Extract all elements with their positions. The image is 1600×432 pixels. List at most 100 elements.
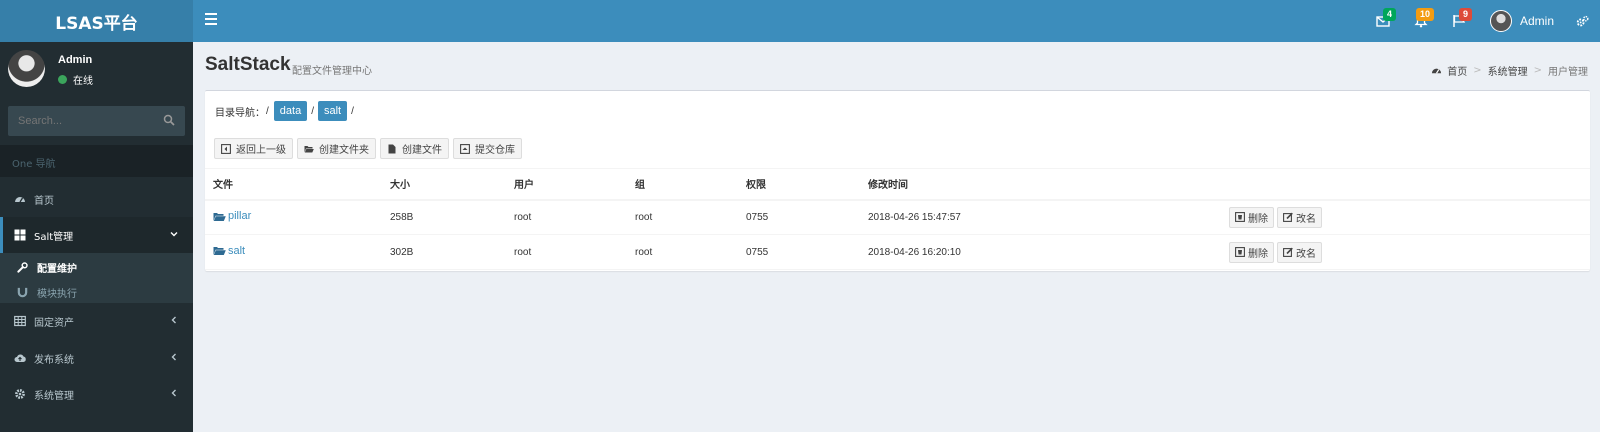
user-panel: Admin 在线 — [0, 42, 193, 97]
path-segment-salt[interactable]: salt — [317, 101, 348, 121]
edit-icon — [1283, 212, 1293, 223]
grid-icon — [14, 229, 26, 241]
delete-button[interactable]: 删除 — [1229, 241, 1274, 263]
column-header-file: 文件 — [205, 168, 382, 201]
folder-open-icon — [304, 145, 314, 152]
commit-repo-label: 提交仓库 — [475, 145, 515, 156]
chevron-down-icon — [170, 232, 178, 237]
sidebar-item-system[interactable]: 系统管理 — [0, 376, 193, 412]
sidebar-header: One 导航 — [0, 145, 193, 177]
salt-submenu: 配置维护 模块执行 — [0, 253, 193, 303]
folder-link[interactable]: salt — [213, 245, 245, 257]
cell-perm: 0755 — [738, 234, 860, 270]
column-header-group: 组 — [627, 168, 738, 201]
sidebar-item-label: 发布系统 — [34, 354, 74, 366]
upload-square-icon — [460, 143, 470, 154]
delete-label: 删除 — [1248, 213, 1268, 225]
cell-actions: 删除 改名 — [1221, 234, 1590, 270]
gear-icon — [15, 389, 25, 399]
delete-button[interactable]: 删除 — [1229, 206, 1274, 228]
messages-badge: 4 — [1382, 8, 1396, 21]
commit-repo-button[interactable]: 提交仓库 — [453, 138, 522, 159]
online-dot-icon — [58, 75, 67, 84]
breadcrumb-item-system[interactable]: 系统管理 — [1488, 63, 1528, 78]
breadcrumb-item-users: 用户管理 — [1548, 67, 1588, 78]
sidebar-search — [8, 106, 185, 136]
path-separator: / — [266, 105, 269, 117]
sidebar-item-label: 固定资产 — [34, 317, 74, 329]
page-subtitle: 配置文件管理中心 — [292, 66, 372, 77]
tasks-badge: 9 — [1458, 8, 1472, 21]
sidebar-item-home[interactable]: 首页 — [0, 181, 193, 217]
folder-link[interactable]: pillar — [213, 210, 251, 222]
arrow-left-square-icon — [221, 143, 231, 154]
top-navbar: 4 10 9 Admin — [193, 0, 1600, 42]
search-icon[interactable] — [163, 114, 175, 126]
cell-size: 302B — [382, 234, 506, 270]
create-folder-button[interactable]: 创建文件夹 — [297, 138, 376, 159]
column-header-perm: 权限 — [738, 168, 860, 201]
submenu-item-config[interactable]: 配置维护 — [17, 260, 77, 275]
app-logo[interactable]: LSAS平台 — [0, 0, 193, 42]
dashboard-icon — [15, 197, 25, 203]
trash-icon — [1235, 212, 1245, 223]
cloud-upload-icon — [14, 354, 26, 362]
rename-button[interactable]: 改名 — [1277, 206, 1322, 228]
avatar — [1489, 10, 1512, 32]
folder-open-icon — [213, 247, 226, 256]
trash-icon — [1235, 247, 1245, 257]
cell-user: root — [506, 199, 627, 235]
cell-mtime: 2018-04-26 15:47:57 — [860, 199, 1221, 235]
table-row: pillar 258B root root 0755 2018-04-26 15… — [205, 199, 1590, 235]
cell-actions: 删除 改名 — [1221, 199, 1590, 235]
sidebar-item-label: Salt管理 — [34, 231, 74, 243]
submenu-item-label: 模块执行 — [37, 289, 77, 300]
delete-label: 删除 — [1248, 248, 1268, 260]
page-title: SaltStack — [205, 54, 291, 75]
user-panel-name: Admin — [58, 54, 93, 66]
table-icon — [14, 315, 26, 327]
notifications-badge: 10 — [1415, 8, 1434, 21]
breadcrumb-item-home[interactable]: 首页 — [1447, 63, 1467, 78]
path-segment-data[interactable]: data — [273, 101, 308, 121]
column-header-size: 大小 — [382, 168, 506, 201]
create-folder-label: 创建文件夹 — [319, 145, 369, 156]
search-input[interactable] — [8, 106, 158, 136]
wrench-icon — [17, 262, 28, 273]
create-file-button[interactable]: 创建文件 — [380, 138, 449, 159]
tasks-menu[interactable]: 9 — [1440, 0, 1478, 42]
cell-group: root — [627, 234, 738, 270]
path-separator: / — [351, 105, 354, 117]
notifications-menu[interactable]: 10 — [1402, 0, 1440, 42]
go-up-button[interactable]: 返回上一级 — [214, 138, 293, 159]
user-status-label: 在线 — [73, 76, 93, 87]
file-table: 文件 大小 用户 组 权限 修改时间 pillar 258B root root… — [205, 168, 1590, 270]
breadcrumb-separator: > — [1533, 65, 1542, 76]
rename-button[interactable]: 改名 — [1277, 241, 1322, 263]
cell-perm: 0755 — [738, 199, 860, 235]
submenu-item-label: 配置维护 — [37, 264, 77, 275]
cell-mtime: 2018-04-26 16:20:10 — [860, 234, 1221, 270]
sidebar-item-assets[interactable]: 固定资产 — [0, 303, 193, 339]
table-header-row: 文件 大小 用户 组 权限 修改时间 — [205, 168, 1590, 201]
user-status: 在线 — [58, 72, 93, 87]
cell-size: 258B — [382, 199, 506, 235]
directory-nav-label: 目录导航： — [215, 107, 265, 119]
messages-menu[interactable]: 4 — [1364, 0, 1402, 42]
cell-file: pillar — [205, 199, 382, 235]
breadcrumb-separator: > — [1473, 65, 1482, 76]
user-menu[interactable]: Admin — [1478, 0, 1564, 42]
sidebar-item-salt[interactable]: Salt管理 — [0, 217, 193, 253]
folder-open-icon — [213, 212, 226, 221]
create-file-label: 创建文件 — [402, 145, 442, 156]
submenu-item-module[interactable]: 模块执行 — [17, 285, 77, 300]
chevron-left-icon — [171, 353, 176, 361]
magnet-icon — [17, 287, 28, 298]
rename-label: 改名 — [1296, 213, 1316, 225]
sidebar-toggle-icon[interactable] — [205, 13, 217, 25]
file-name: salt — [228, 244, 246, 257]
go-up-label: 返回上一级 — [236, 145, 286, 156]
edit-icon — [1283, 247, 1293, 257]
sidebar-item-release[interactable]: 发布系统 — [0, 340, 193, 376]
control-sidebar-toggle[interactable] — [1564, 0, 1600, 42]
